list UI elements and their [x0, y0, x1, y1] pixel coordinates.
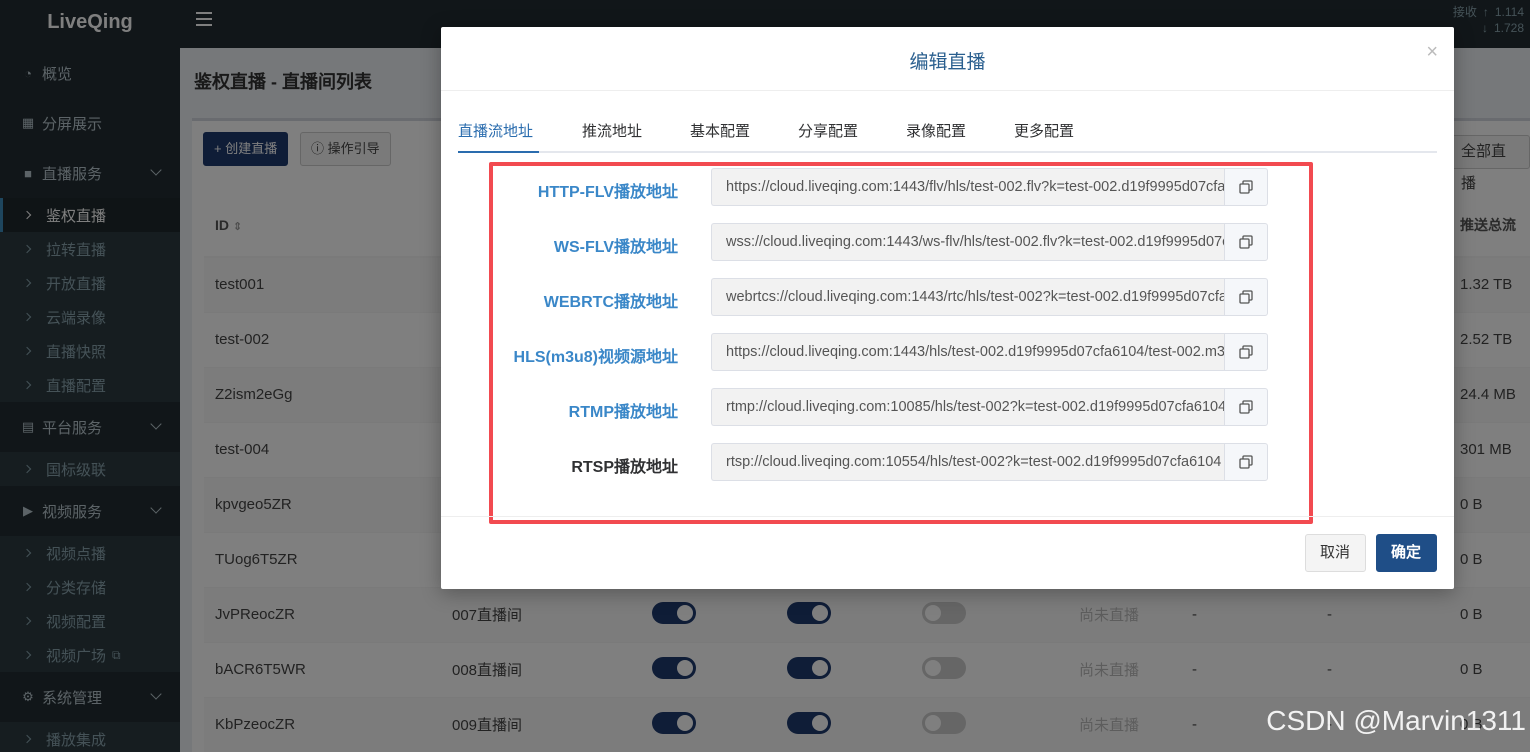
ws-flv-label[interactable]: WS-FLV播放地址: [554, 233, 678, 257]
copy-button[interactable]: [1224, 168, 1268, 206]
cancel-button[interactable]: 取消: [1305, 534, 1366, 572]
url-row-rtmp: RTMP播放地址 rtmp://cloud.liveqing.com:10085…: [441, 388, 1454, 426]
tab-stream-urls[interactable]: 直播流地址: [458, 120, 533, 141]
dialog-title: 编辑直播: [909, 52, 986, 73]
copy-icon: [1239, 455, 1253, 469]
tab-basic-config[interactable]: 基本配置: [690, 120, 750, 141]
tab-push-urls[interactable]: 推流地址: [582, 120, 642, 141]
tab-record-config[interactable]: 录像配置: [906, 120, 966, 141]
header-divider: [441, 90, 1454, 91]
rtsp-url-field[interactable]: rtsp://cloud.liveqing.com:10554/hls/test…: [711, 443, 1224, 481]
edit-live-dialog: 编辑直播 × 直播流地址 推流地址 基本配置 分享配置 录像配置 更多配置 HT…: [441, 27, 1454, 589]
hls-url-field[interactable]: https://cloud.liveqing.com:1443/hls/test…: [711, 333, 1224, 371]
copy-icon: [1239, 180, 1253, 194]
webrtc-url-field[interactable]: webrtcs://cloud.liveqing.com:1443/rtc/hl…: [711, 278, 1224, 316]
footer-divider: [441, 516, 1454, 517]
active-tab-indicator: [458, 151, 539, 153]
watermark: CSDN @Marvin1311: [1266, 705, 1526, 736]
url-row-rtsp: RTSP播放地址 rtsp://cloud.liveqing.com:10554…: [441, 443, 1454, 481]
webrtc-label[interactable]: WEBRTC播放地址: [544, 288, 678, 312]
copy-button[interactable]: [1224, 278, 1268, 316]
rtmp-url-field[interactable]: rtmp://cloud.liveqing.com:10085/hls/test…: [711, 388, 1224, 426]
copy-button[interactable]: [1224, 223, 1268, 261]
url-row-hls: HLS(m3u8)视频源地址 https://cloud.liveqing.co…: [441, 333, 1454, 371]
tab-share-config[interactable]: 分享配置: [798, 120, 858, 141]
copy-icon: [1239, 290, 1253, 304]
url-row-webrtc: WEBRTC播放地址 webrtcs://cloud.liveqing.com:…: [441, 278, 1454, 316]
http-flv-label[interactable]: HTTP-FLV播放地址: [538, 178, 678, 202]
copy-icon: [1239, 345, 1253, 359]
http-flv-url-field[interactable]: https://cloud.liveqing.com:1443/flv/hls/…: [711, 168, 1224, 206]
rtmp-label[interactable]: RTMP播放地址: [569, 398, 678, 422]
dialog-tabs: 直播流地址 推流地址 基本配置 分享配置 录像配置 更多配置: [458, 113, 1437, 153]
close-icon[interactable]: ×: [1426, 41, 1438, 64]
copy-icon: [1239, 400, 1253, 414]
ws-flv-url-field[interactable]: wss://cloud.liveqing.com:1443/ws-flv/hls…: [711, 223, 1224, 261]
copy-button[interactable]: [1224, 333, 1268, 371]
hls-label[interactable]: HLS(m3u8)视频源地址: [514, 343, 678, 367]
url-row-ws-flv: WS-FLV播放地址 wss://cloud.liveqing.com:1443…: [441, 223, 1454, 261]
rtsp-label: RTSP播放地址: [571, 459, 678, 476]
copy-icon: [1239, 235, 1253, 249]
confirm-button[interactable]: 确定: [1376, 534, 1437, 572]
url-row-http-flv: HTTP-FLV播放地址 https://cloud.liveqing.com:…: [441, 168, 1454, 206]
copy-button[interactable]: [1224, 388, 1268, 426]
tab-more-config[interactable]: 更多配置: [1014, 120, 1074, 141]
copy-button[interactable]: [1224, 443, 1268, 481]
